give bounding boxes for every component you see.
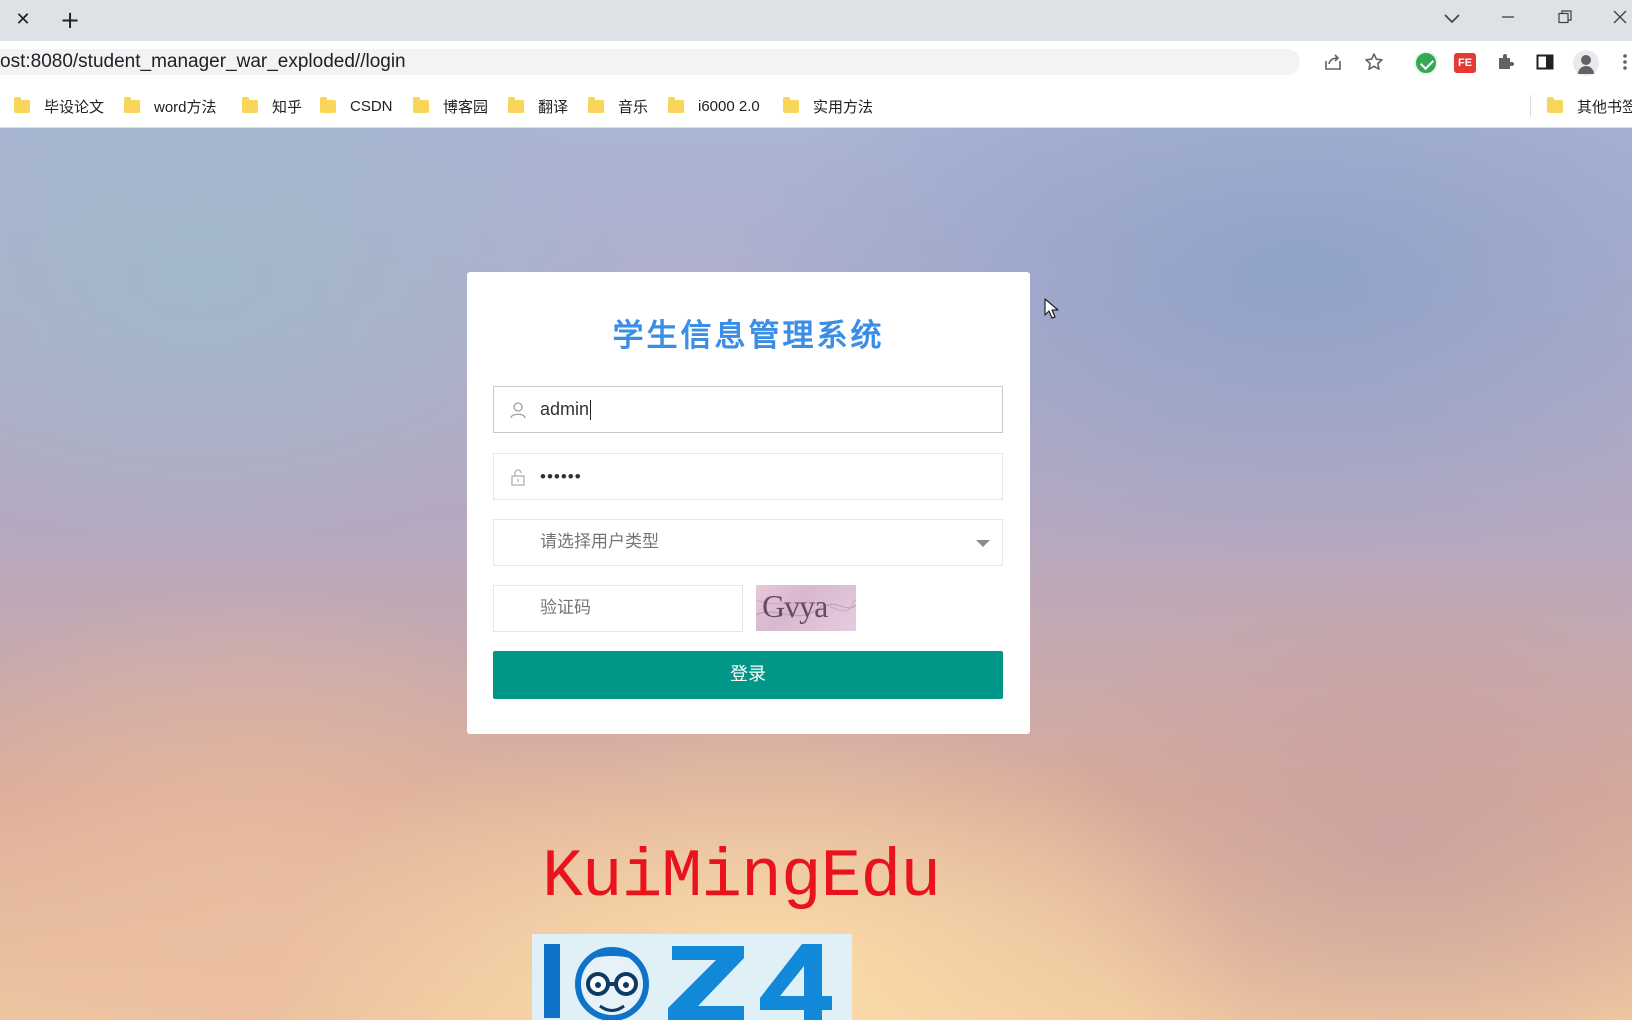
folder-icon bbox=[588, 96, 604, 113]
page-background: 学生信息管理系统 admin •••••• 请选择用户类型 验证码 Gvya 登… bbox=[0, 128, 1632, 1020]
bookmark-item[interactable]: 毕设论文 bbox=[14, 95, 104, 117]
captcha-placeholder: 验证码 bbox=[540, 598, 591, 618]
share-icon[interactable] bbox=[1322, 52, 1344, 74]
folder-icon bbox=[124, 96, 140, 113]
star-icon[interactable] bbox=[1363, 52, 1385, 74]
username-field[interactable]: admin bbox=[493, 386, 1003, 433]
bookmark-separator bbox=[1530, 95, 1531, 117]
lock-icon bbox=[508, 467, 528, 487]
bookmark-item[interactable]: 翻译 bbox=[508, 95, 568, 117]
captcha-image[interactable]: Gvya bbox=[756, 585, 856, 631]
chevron-down-icon bbox=[976, 540, 990, 547]
bookmark-item[interactable]: 音乐 bbox=[588, 95, 648, 117]
login-button[interactable]: 登录 bbox=[493, 651, 1003, 699]
user-type-select[interactable]: 请选择用户类型 bbox=[493, 519, 1003, 566]
shield-extension-icon[interactable] bbox=[1414, 51, 1438, 75]
tab-search-chevron-icon[interactable] bbox=[1439, 8, 1465, 30]
folder-icon bbox=[320, 96, 336, 113]
bookmark-item[interactable]: i6000 2.0 bbox=[668, 95, 760, 117]
bookmark-item[interactable]: word方法 bbox=[124, 95, 217, 117]
login-card: 学生信息管理系统 admin •••••• 请选择用户类型 验证码 Gvya 登… bbox=[467, 272, 1030, 734]
close-window-icon[interactable] bbox=[1607, 8, 1632, 30]
minimize-icon[interactable] bbox=[1495, 8, 1521, 30]
other-bookmarks[interactable]: 其他书签 bbox=[1547, 95, 1632, 117]
bookmark-item[interactable]: 实用方法 bbox=[783, 95, 873, 117]
folder-icon bbox=[413, 96, 429, 113]
user-type-placeholder: 请选择用户类型 bbox=[540, 532, 659, 552]
folder-icon bbox=[783, 96, 799, 113]
tab-strip: ✕ + bbox=[0, 0, 1632, 41]
username-value: admin bbox=[540, 399, 592, 421]
address-input[interactable]: ost:8080/student_manager_war_exploded//l… bbox=[0, 49, 1300, 75]
new-tab-button[interactable]: + bbox=[58, 7, 82, 33]
mouse-cursor-icon bbox=[1044, 298, 1060, 320]
folder-icon bbox=[1547, 96, 1563, 113]
bookmark-item[interactable]: CSDN bbox=[320, 95, 393, 117]
page-title: 学生信息管理系统 bbox=[612, 318, 885, 354]
menu-icon[interactable] bbox=[1614, 52, 1632, 74]
close-tab-icon[interactable]: ✕ bbox=[12, 9, 34, 31]
bookmark-item[interactable]: 知乎 bbox=[242, 95, 302, 117]
puzzle-icon[interactable] bbox=[1494, 52, 1516, 74]
bookmark-item[interactable]: 博客园 bbox=[413, 95, 488, 117]
sidepanel-icon[interactable] bbox=[1534, 52, 1556, 74]
fe-extension-icon[interactable]: FE bbox=[1454, 53, 1476, 73]
user-icon bbox=[508, 400, 528, 420]
profile-icon[interactable] bbox=[1573, 50, 1599, 76]
captcha-input[interactable]: 验证码 bbox=[493, 585, 743, 632]
password-field[interactable]: •••••• bbox=[493, 453, 1003, 500]
folder-icon bbox=[242, 96, 258, 113]
restore-icon[interactable] bbox=[1552, 8, 1578, 30]
folder-icon bbox=[14, 96, 30, 113]
password-value: •••••• bbox=[540, 467, 582, 486]
folder-icon bbox=[668, 96, 684, 113]
watermark-logo bbox=[532, 934, 852, 1020]
bookmarks-bar: 毕设论文 word方法 知乎 CSDN 博客园 翻译 音乐 i6000 2.0 … bbox=[0, 83, 1632, 128]
watermark-text: KuiMingEdu bbox=[542, 839, 941, 916]
address-toolbar: ost:8080/student_manager_war_exploded//l… bbox=[0, 41, 1632, 83]
folder-icon bbox=[508, 96, 524, 113]
